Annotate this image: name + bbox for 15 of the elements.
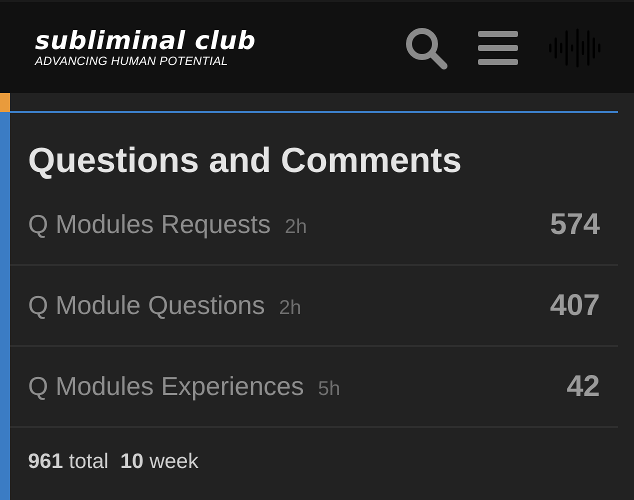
topic-age: 2h	[284, 216, 308, 239]
topic-count: 574	[550, 208, 600, 242]
topic-count: 42	[566, 370, 600, 404]
menu-icon[interactable]	[478, 28, 518, 66]
topic-age: 5h	[318, 378, 340, 401]
topic-age: 2h	[279, 297, 302, 320]
category-color-strip	[0, 93, 10, 112]
category-stats: 961 total 10 week	[27, 449, 200, 474]
logo-title[interactable]: subliminal club	[35, 28, 256, 54]
topic-title[interactable]: Q Module Questions	[28, 290, 266, 321]
category-title[interactable]: Questions and Comments	[10, 113, 618, 185]
topic-title[interactable]: Q Modules Experiences	[28, 371, 304, 402]
topic-title[interactable]: Q Modules Requests	[28, 209, 271, 240]
topic-count: 407	[550, 288, 600, 322]
logo-tagline: ADVANCING HUMAN POTENTIAL	[35, 54, 230, 68]
